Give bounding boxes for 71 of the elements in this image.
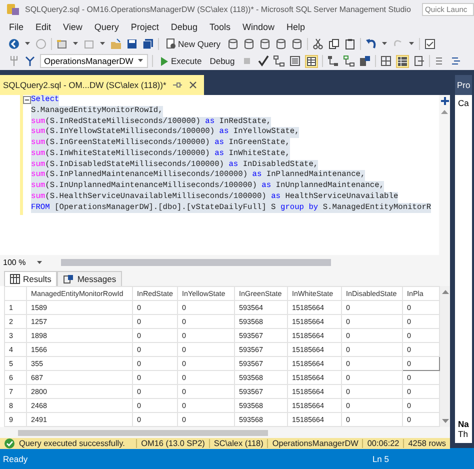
object-label: Ca (458, 98, 470, 108)
vertical-scrollbar[interactable] (439, 95, 450, 255)
vertical-scrollbar[interactable] (440, 286, 450, 427)
database-query-icon[interactable] (258, 38, 271, 50)
database-dropdown[interactable]: OperationsManagerDW (40, 54, 148, 68)
check-icon[interactable] (256, 55, 269, 67)
save-icon[interactable] (126, 38, 138, 50)
zoom-dropdown[interactable]: 100 % (3, 257, 43, 267)
results-tab[interactable]: Messages (57, 271, 122, 286)
close-icon[interactable] (188, 80, 198, 90)
horizontal-scrollbar[interactable] (0, 427, 450, 438)
file-output-icon[interactable] (412, 55, 425, 67)
table-icon[interactable] (396, 54, 409, 68)
paste-icon[interactable] (344, 38, 356, 50)
property-description: Th (458, 429, 469, 439)
query-plan-icon[interactable] (272, 55, 285, 67)
scroll-up-icon[interactable] (441, 109, 448, 114)
execute-button[interactable]: Execute (157, 54, 204, 68)
status-field: SC\alex (118) (208, 439, 268, 448)
menu-item[interactable]: File (3, 22, 30, 32)
window-title: SQLQuery2.sql - OM16.OperationsManagerDW (SC\alex (118))* - Microsoft SQL Server Management Studio (25, 4, 412, 14)
menu-item[interactable]: View (57, 22, 88, 32)
scroll-up-icon[interactable] (442, 289, 448, 294)
uncomment-icon[interactable] (450, 55, 462, 67)
menu-item[interactable]: Project (124, 22, 165, 32)
new-project-icon[interactable] (56, 38, 68, 50)
status-text: Ready (3, 454, 29, 464)
status-message: Query executed successfully. (18, 439, 126, 448)
property-name: Na (458, 419, 470, 429)
cut-icon[interactable] (312, 38, 324, 50)
play-icon (159, 56, 169, 66)
menu-item[interactable]: Window (236, 22, 280, 32)
status-field: OM16 (13.0 SP2) (136, 439, 209, 448)
status-field: 00:06:22 (362, 439, 404, 448)
client-stats-icon[interactable] (358, 55, 371, 67)
scroll-down-icon[interactable] (442, 419, 448, 424)
line-number: Ln 5 (372, 454, 389, 464)
document-tab[interactable]: SQLQuery2.sql - OM...DW (SC\alex (118))* (0, 75, 204, 95)
database-query-icon[interactable] (290, 38, 303, 50)
undo-icon[interactable] (364, 38, 377, 50)
query-document-icon (165, 38, 176, 49)
back-icon[interactable] (8, 38, 20, 50)
results-grid-icon[interactable] (380, 55, 392, 67)
new-query-button[interactable]: New Query (163, 36, 223, 51)
pin-icon[interactable] (172, 80, 182, 90)
grid-icon (10, 274, 20, 284)
database-query-icon[interactable] (274, 38, 287, 50)
debug-button[interactable]: Debug (208, 54, 237, 68)
menu-item[interactable]: Tools (203, 22, 236, 32)
success-icon (4, 438, 15, 449)
database-query-icon[interactable] (226, 38, 239, 50)
save-all-icon[interactable] (142, 38, 154, 50)
open-folder-icon[interactable] (110, 38, 122, 50)
menu-item[interactable]: Edit (30, 22, 58, 32)
panel-title: Pro (455, 75, 472, 95)
status-field: 4258 rows (403, 439, 450, 448)
results-to-grid-icon[interactable] (304, 54, 318, 68)
split-icon[interactable] (440, 97, 448, 105)
messages-icon (63, 274, 74, 284)
menu-item[interactable]: Help (280, 22, 311, 32)
window-icon[interactable] (424, 38, 436, 50)
copy-icon[interactable] (328, 38, 340, 50)
menu-item[interactable]: Debug (164, 22, 204, 32)
status-field: OperationsManagerDW (267, 439, 362, 448)
results-tab[interactable]: Results (4, 271, 58, 286)
statistics-icon[interactable] (342, 55, 355, 67)
results-to-text-icon[interactable] (288, 55, 301, 67)
estimated-plan-icon[interactable] (326, 55, 339, 67)
app-icon (6, 2, 20, 16)
database-query-icon[interactable] (242, 38, 255, 50)
menu-item[interactable]: Query (88, 22, 125, 32)
